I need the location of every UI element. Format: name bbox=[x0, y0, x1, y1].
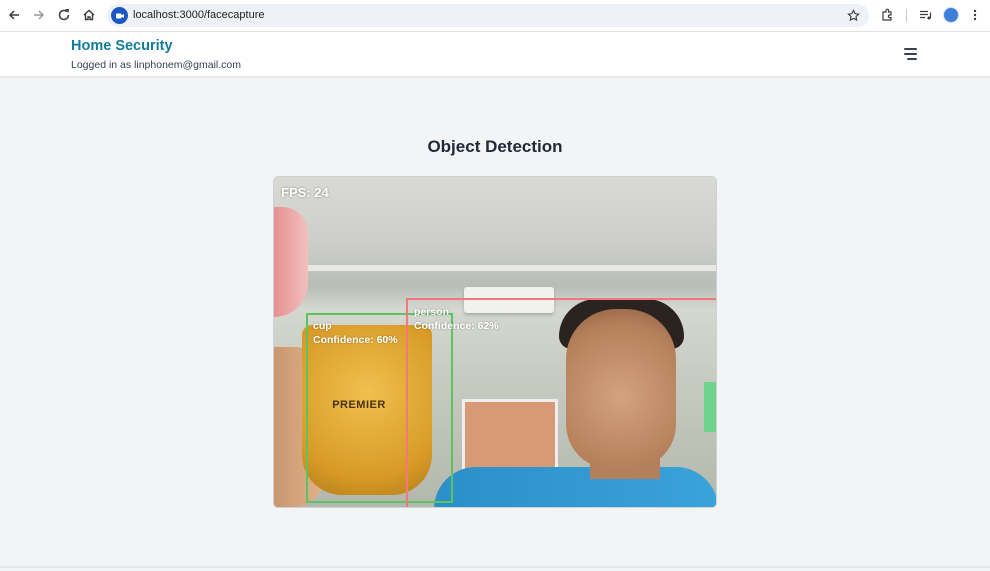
bookmark-star-icon[interactable] bbox=[845, 7, 861, 23]
page-title: Object Detection bbox=[427, 137, 563, 156]
video-feed: PREMIER FPS: 24 cup Confidence: 60% pers… bbox=[273, 176, 717, 508]
hamburger-menu-icon[interactable] bbox=[900, 45, 920, 63]
fps-counter: FPS: 24 bbox=[281, 185, 329, 200]
brand-title[interactable]: Home Security bbox=[71, 38, 173, 54]
back-icon[interactable] bbox=[5, 6, 23, 24]
browser-toolbar: localhost:3000/facecapture bbox=[0, 0, 990, 32]
detection-label-person: person Confidence: 62% bbox=[414, 305, 499, 333]
url-text[interactable]: localhost:3000/facecapture bbox=[133, 9, 264, 21]
profile-avatar[interactable] bbox=[943, 7, 959, 23]
detection-label-cup: cup Confidence: 60% bbox=[313, 319, 398, 347]
reload-icon[interactable] bbox=[55, 6, 73, 24]
scene-ceiling bbox=[274, 265, 716, 271]
logged-in-status: Logged in as linphonem@gmail.com bbox=[71, 59, 242, 71]
forward-icon[interactable] bbox=[30, 6, 48, 24]
page-bottom-edge bbox=[0, 566, 990, 568]
home-icon[interactable] bbox=[80, 6, 98, 24]
detection-confidence-person: Confidence: 62% bbox=[414, 320, 499, 332]
address-bar[interactable]: localhost:3000/facecapture bbox=[107, 4, 869, 27]
detection-class-person: person bbox=[414, 306, 450, 318]
more-options-icon[interactable] bbox=[966, 6, 984, 24]
app-header: Home Security Logged in as linphonem@gma… bbox=[0, 32, 990, 77]
detection-class-cup: cup bbox=[313, 320, 332, 332]
scene-curtain bbox=[274, 207, 308, 317]
media-controls-icon[interactable] bbox=[916, 6, 934, 24]
detection-confidence-cup: Confidence: 60% bbox=[313, 334, 398, 346]
toolbar-divider bbox=[906, 9, 907, 22]
extensions-icon[interactable] bbox=[878, 6, 896, 24]
site-info-icon[interactable] bbox=[111, 7, 128, 24]
